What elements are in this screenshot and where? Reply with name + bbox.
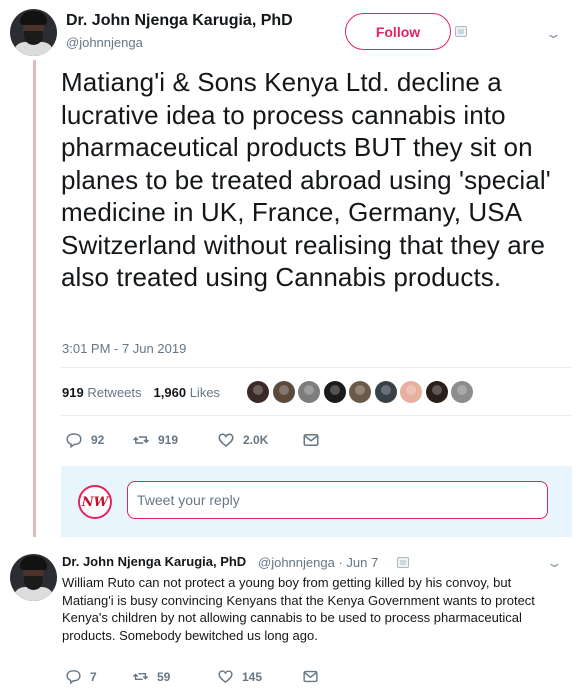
reply-tweet-text: William Ruto can not protect a young boy…: [62, 575, 535, 643]
liker-avatar[interactable]: [425, 381, 448, 403]
reply-composer: NW Tweet your reply: [61, 466, 572, 537]
retweets-count: 919: [62, 385, 84, 400]
media-icon: [397, 557, 409, 568]
follow-button[interactable]: Follow: [345, 13, 451, 50]
divider: [61, 415, 571, 416]
retweet-icon: [132, 672, 149, 681]
direct-message-icon: [303, 434, 319, 446]
chevron-down-icon[interactable]: ⌄: [546, 555, 563, 571]
reply-count: 7: [90, 669, 97, 684]
like-icon: [218, 670, 233, 684]
retweet-action[interactable]: 59: [132, 668, 217, 685]
reply-count: 92: [91, 433, 105, 447]
meta-separator: ·: [338, 555, 343, 570]
retweets-stat[interactable]: 919 Retweets: [62, 385, 142, 400]
thread-connector-line: [33, 60, 36, 537]
retweet-action[interactable]: 919: [132, 431, 217, 449]
liker-avatar[interactable]: [247, 381, 269, 403]
direct-message-action[interactable]: [302, 668, 319, 685]
liker-avatar[interactable]: [451, 381, 473, 403]
like-action[interactable]: 2.0K: [217, 431, 302, 449]
divider: [61, 367, 571, 368]
liker-avatar[interactable]: [349, 381, 371, 403]
liker-avatar[interactable]: [298, 381, 320, 403]
reply-author-avatar[interactable]: [10, 554, 57, 601]
liker-avatar[interactable]: [272, 381, 295, 403]
media-icon: [455, 26, 467, 37]
author-avatar[interactable]: [10, 9, 57, 56]
reply-icon: [66, 670, 81, 685]
author-handle[interactable]: @johnnjenga: [66, 35, 143, 50]
retweet-icon: [132, 436, 150, 444]
reply-icon: [66, 433, 82, 449]
liker-avatar[interactable]: [323, 381, 346, 403]
chevron-down-icon[interactable]: ⌄: [545, 26, 562, 42]
retweets-label: Retweets: [87, 385, 142, 400]
reply-action[interactable]: 92: [65, 431, 132, 449]
tweet-text: Matiang'i & Sons Kenya Ltd. decline a lu…: [61, 67, 551, 292]
direct-message-action[interactable]: [302, 431, 320, 449]
engagement-stats: 919 Retweets 1,960 Likes: [62, 385, 220, 400]
like-icon: [218, 433, 234, 447]
reply-meta: @johnnjenga · Jun 7: [258, 555, 378, 570]
likes-count: 1,960: [153, 385, 187, 400]
tweet-timestamp[interactable]: 3:01 PM - 7 Jun 2019: [62, 341, 186, 356]
reply-input[interactable]: Tweet your reply: [127, 481, 548, 519]
retweet-count: 919: [158, 433, 179, 447]
liker-avatars: [247, 381, 477, 403]
tweet-actions: 92 919 2.0K: [65, 431, 320, 449]
reply-action[interactable]: 7: [65, 668, 132, 685]
liker-avatar[interactable]: [400, 381, 422, 403]
retweet-count: 59: [157, 669, 171, 684]
reply-tweet-actions: 7 59 145: [65, 668, 319, 685]
reply-author-handle[interactable]: @johnnjenga: [258, 555, 335, 570]
author-name[interactable]: Dr. John Njenga Karugia, PhD: [66, 12, 293, 30]
user-avatar-logo: NW: [78, 485, 112, 519]
reply-date[interactable]: Jun 7: [346, 555, 378, 570]
like-count: 2.0K: [243, 433, 269, 447]
liker-avatar[interactable]: [374, 381, 397, 403]
direct-message-icon: [303, 670, 318, 683]
logo-text: NW: [81, 494, 109, 510]
likes-stat[interactable]: 1,960 Likes: [154, 385, 221, 400]
like-action[interactable]: 145: [217, 668, 302, 685]
like-count: 145: [242, 669, 263, 684]
likes-label: Likes: [189, 385, 221, 400]
reply-author-name[interactable]: Dr. John Njenga Karugia, PhD: [62, 554, 246, 569]
